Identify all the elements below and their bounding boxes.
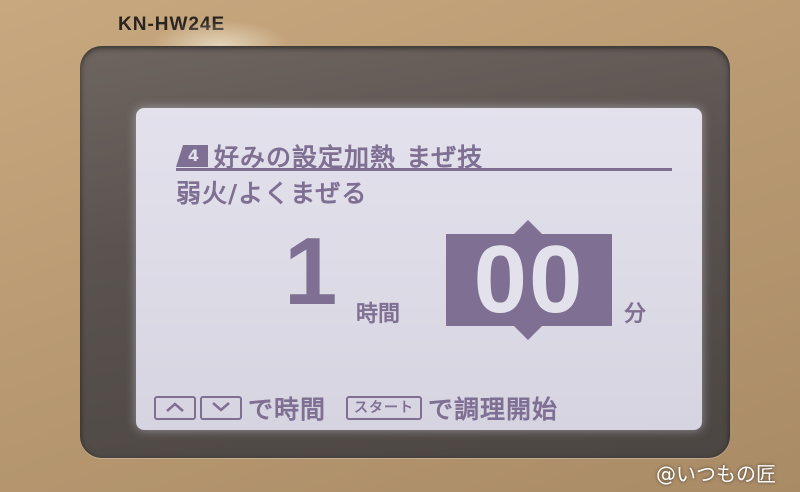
heat-setting: 弱火/よくまぜる xyxy=(176,179,368,208)
hours-unit: 時間 xyxy=(356,302,401,327)
instruction-footer: で時間 スタート で調理開始 xyxy=(154,390,558,426)
minutes-value: 00 xyxy=(446,232,612,328)
start-key: スタート xyxy=(346,396,423,420)
chevron-down-icon xyxy=(212,402,230,412)
minutes-unit: 分 xyxy=(624,302,647,327)
step-number-badge: 4 xyxy=(176,145,208,167)
chevron-up-icon xyxy=(166,402,184,412)
triangle-down-icon xyxy=(514,326,542,340)
model-label: KN-HW24E xyxy=(118,14,226,35)
down-key xyxy=(200,396,242,420)
start-hint: で調理開始 xyxy=(428,395,559,424)
header-divider xyxy=(176,168,672,171)
time-hint: で時間 xyxy=(248,395,327,424)
watermark: @いつもの匠 xyxy=(656,462,776,486)
lcd-screen: 4 好みの設定加熱 まぜ技 弱火/よくまぜる 1 時間 00 分 で時間 スター… xyxy=(136,108,702,430)
hours-value: 1 xyxy=(284,218,338,325)
up-key xyxy=(154,396,196,420)
